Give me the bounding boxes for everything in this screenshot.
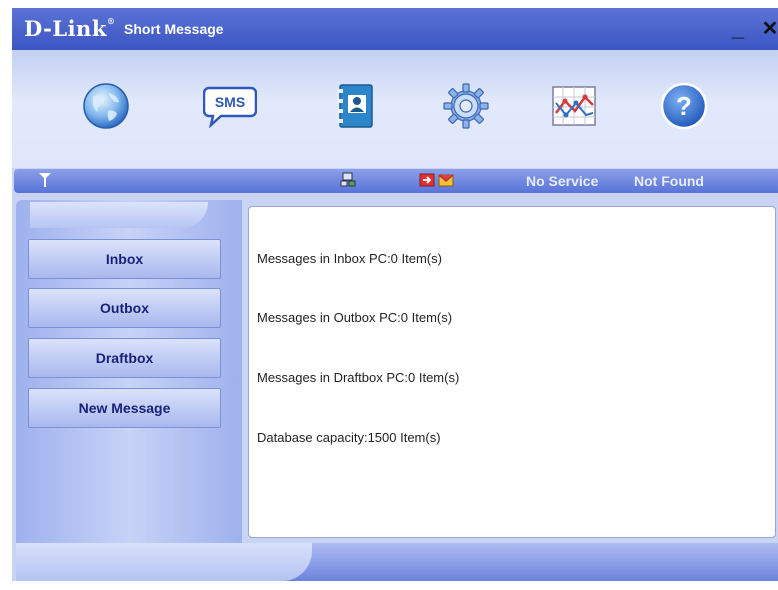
close-button[interactable]: ✕ <box>758 18 778 42</box>
bottom-bar <box>16 543 778 581</box>
phonebook-button[interactable] <box>328 78 384 134</box>
svg-text:?: ? <box>676 91 692 121</box>
service-status: No Service <box>526 173 599 189</box>
window-title: Short Message <box>124 21 224 37</box>
title-bar: D-Link® Short Message _ ✕ <box>12 8 778 50</box>
help-button[interactable]: ? <box>656 78 712 134</box>
new-message-button[interactable]: New Message <box>28 388 221 428</box>
outbox-button[interactable]: Outbox <box>28 288 221 328</box>
sms-bubble-icon: SMS <box>203 86 257 128</box>
network-icon <box>340 172 356 187</box>
database-capacity-text: Database capacity:1500 Item(s) <box>257 430 441 445</box>
device-status: Not Found <box>634 173 704 189</box>
help-icon: ? <box>660 82 708 130</box>
draftbox-count-text: Messages in Draftbox PC:0 Item(s) <box>257 370 460 385</box>
bottom-tab-decoration <box>16 543 312 581</box>
dlink-logo: D-Link® <box>24 16 116 41</box>
sms-button[interactable]: SMS <box>202 78 258 134</box>
svg-text:SMS: SMS <box>215 94 245 110</box>
internet-button[interactable] <box>78 78 134 134</box>
signal-antenna-icon <box>39 173 51 187</box>
status-bar: No Service Not Found <box>14 169 778 193</box>
statistics-button[interactable] <box>546 78 602 134</box>
sms-window: D-Link® Short Message _ ✕ SMS ? No Servi… <box>12 8 778 581</box>
gear-icon <box>443 83 489 129</box>
sidebar: Inbox Outbox Draftbox New Message <box>16 200 242 573</box>
draftbox-button[interactable]: Draftbox <box>28 338 221 378</box>
exit-icon <box>419 173 435 187</box>
inbox-button[interactable]: Inbox <box>28 239 221 279</box>
message-icon <box>438 174 454 187</box>
toolbar: SMS ? <box>12 50 778 168</box>
inbox-count-text: Messages in Inbox PC:0 Item(s) <box>257 251 442 266</box>
globe-icon <box>83 83 129 129</box>
minimize-button[interactable]: _ <box>726 18 750 42</box>
chart-icon <box>552 86 596 126</box>
message-summary-panel: Messages in Inbox PC:0 Item(s) Messages … <box>248 206 776 538</box>
phonebook-icon <box>337 84 373 128</box>
outbox-count-text: Messages in Outbox PC:0 Item(s) <box>257 310 453 325</box>
settings-button[interactable] <box>438 78 494 134</box>
sidebar-tab-decoration <box>30 202 208 228</box>
